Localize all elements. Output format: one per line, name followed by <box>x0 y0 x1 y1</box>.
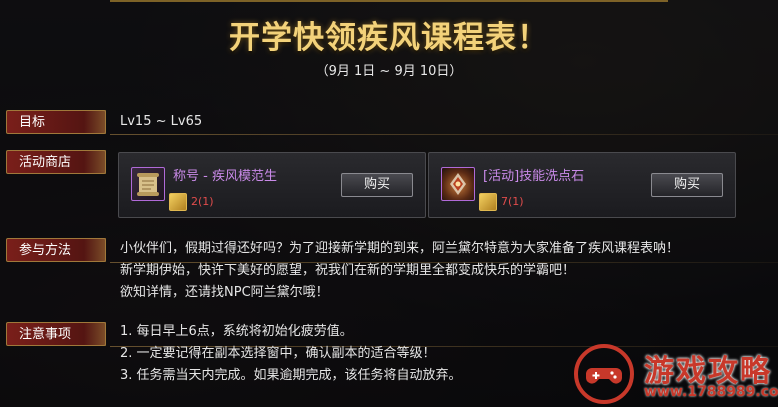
currency-ticket-icon <box>479 193 497 211</box>
top-frame-ornament <box>110 0 668 10</box>
site-watermark: 游戏攻略 www.1788989.com <box>572 340 778 407</box>
section-label-method: 参与方法 <box>6 238 106 262</box>
divider <box>110 134 778 135</box>
section-label-target: 目标 <box>6 110 106 134</box>
shop-item-card: 称号 - 疾风模范生 2(1) 购买 <box>118 152 426 218</box>
method-line: 小伙伴们，假期过得还好吗？为了迎接新学期的到来，阿兰黛尔特意为大家准备了疾风课程… <box>120 241 680 256</box>
method-line: 新学期伊始，快许下美好的愿望，祝我们在新的学期里全都变成快乐的学霸吧！ <box>120 263 576 278</box>
note-item: 3. 任务需当天内完成。如果逾期完成，该任务将自动放弃。 <box>120 368 462 383</box>
skill-reset-stone-icon[interactable] <box>441 167 475 201</box>
notes-list: 1. 每日早上6点，系统将初始化疲劳值。 2. 一定要记得在副本选择窗中，确认副… <box>120 321 462 387</box>
buy-button[interactable]: 购买 <box>651 173 723 197</box>
shop-item-name: [活动]技能洗点石 <box>483 169 585 184</box>
currency-ticket-icon <box>169 193 187 211</box>
note-item: 2. 一定要记得在副本选择窗中，确认副本的适合等级！ <box>120 346 436 361</box>
note-item: 1. 每日早上6点，系统将初始化疲劳值。 <box>120 324 353 339</box>
event-period: （9月 1日 ~ 9月 10日） <box>315 64 463 79</box>
buy-button[interactable]: 购买 <box>341 173 413 197</box>
gamepad-logo-icon <box>574 344 634 404</box>
method-line: 欲知详情，还请找NPC阿兰黛尔哦！ <box>120 285 329 300</box>
shop-item-cost: 2(1) <box>191 195 214 208</box>
shop-item-cost: 7(1) <box>501 195 524 208</box>
page-title: 开学快领疾风课程表！ <box>229 20 549 56</box>
scroll-icon[interactable] <box>131 167 165 201</box>
section-label-notes: 注意事项 <box>6 322 106 346</box>
section-label-shop: 活动商店 <box>6 150 106 174</box>
target-level-range: Lv15 ~ Lv65 <box>120 114 203 129</box>
watermark-url: www.1788989.com <box>644 384 778 400</box>
shop-item-name: 称号 - 疾风模范生 <box>173 169 277 184</box>
shop-item-card: [活动]技能洗点石 7(1) 购买 <box>428 152 736 218</box>
method-description: 小伙伴们，假期过得还好吗？为了迎接新学期的到来，阿兰黛尔特意为大家准备了疾风课程… <box>120 238 679 304</box>
